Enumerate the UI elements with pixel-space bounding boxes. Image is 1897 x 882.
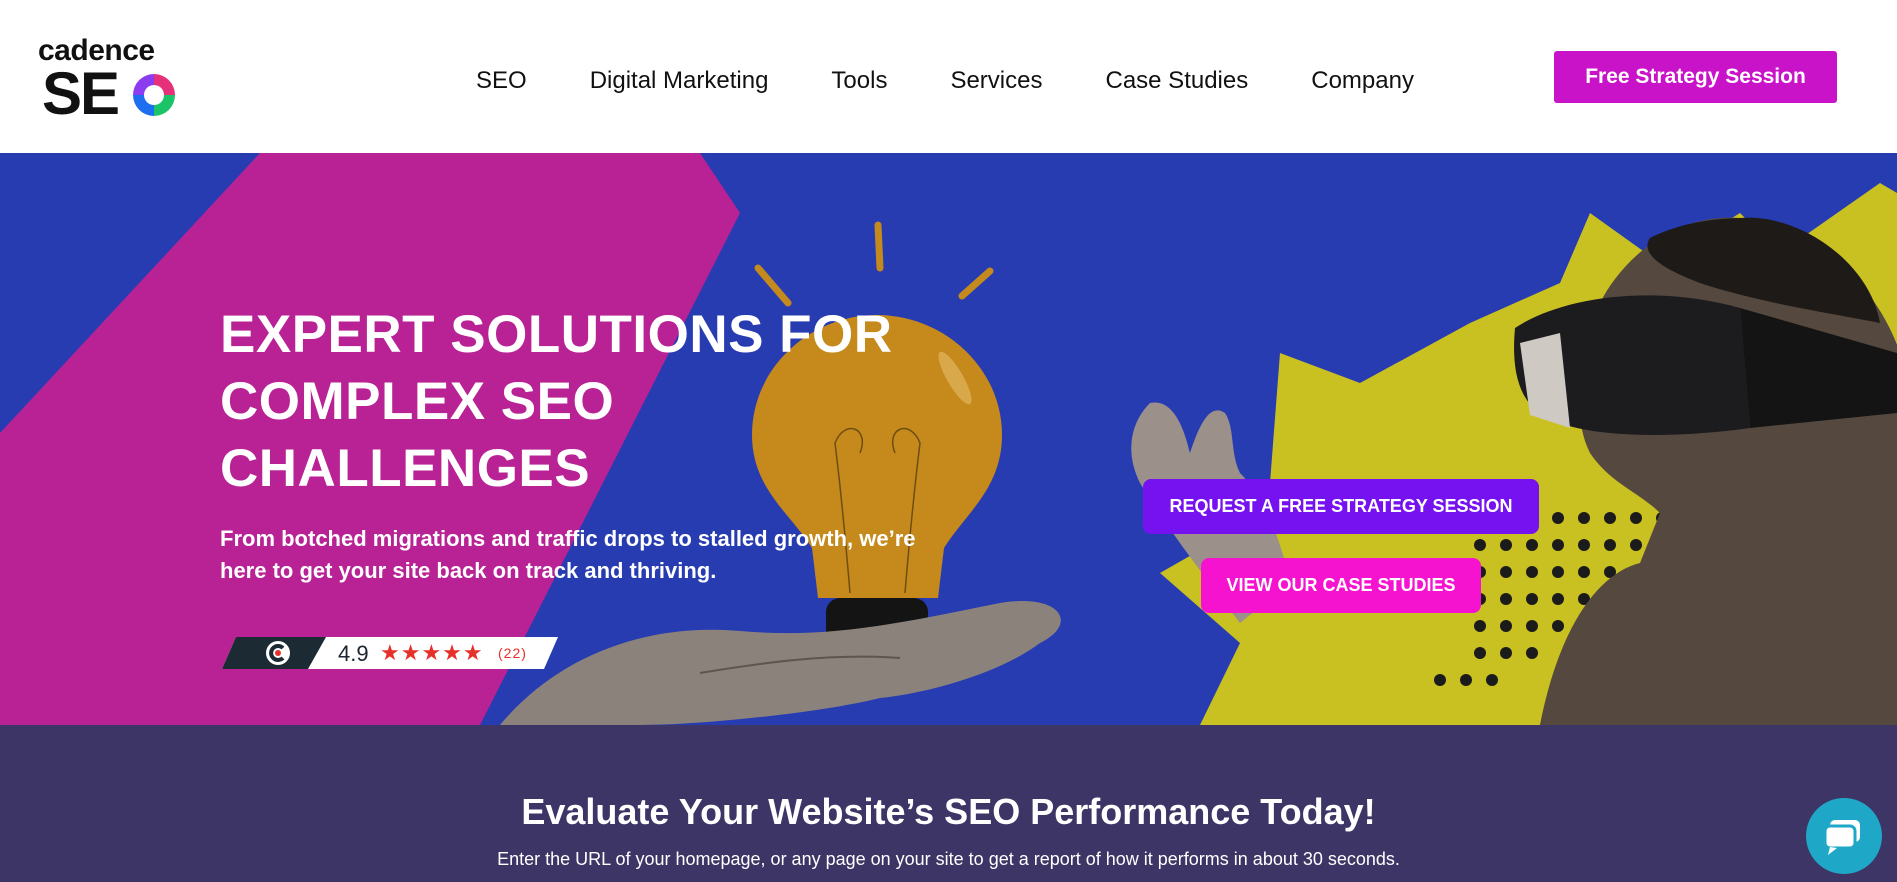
nav-item-services[interactable]: Services xyxy=(950,66,1042,96)
rating-stars-icon: ★★★★★ xyxy=(380,640,484,665)
rating-score: 4.9 xyxy=(338,641,369,666)
nav-item-company[interactable]: Company xyxy=(1311,66,1414,96)
hero-title: EXPERT SOLUTIONS FOR COMPLEX SEO CHALLEN… xyxy=(220,301,1000,502)
cadence-seo-logo[interactable]: cadence SE xyxy=(38,34,178,127)
nav-item-digital-marketing[interactable]: Digital Marketing xyxy=(590,66,769,96)
request-strategy-session-button[interactable]: REQUEST A FREE STRATEGY SESSION xyxy=(1143,479,1539,534)
evaluate-title: Evaluate Your Website’s SEO Performance … xyxy=(521,791,1376,832)
evaluate-subtitle: Enter the URL of your homepage, or any p… xyxy=(497,849,1400,869)
free-strategy-session-button[interactable]: Free Strategy Session xyxy=(1554,51,1837,103)
hero-section: EXPERT SOLUTIONS FOR COMPLEX SEO CHALLEN… xyxy=(0,153,1897,725)
logo-color-ring-icon xyxy=(133,74,175,116)
main-nav: SEO Digital Marketing Tools Services Cas… xyxy=(476,66,1477,96)
hero-title-line: CHALLENGES xyxy=(220,439,591,498)
hero-subtitle: From botched migrations and traffic drop… xyxy=(220,526,916,583)
hero-title-line: EXPERT SOLUTIONS FOR xyxy=(220,305,893,364)
chat-bubble-icon xyxy=(1823,820,1860,855)
hero-title-line: COMPLEX SEO xyxy=(220,372,615,431)
chat-button[interactable] xyxy=(1806,798,1882,874)
rating-badge[interactable]: 4.9 ★★★★★ (22) xyxy=(222,637,558,669)
c-badge-icon xyxy=(266,641,290,665)
view-case-studies-button[interactable]: VIEW OUR CASE STUDIES xyxy=(1201,558,1481,613)
nav-item-case-studies[interactable]: Case Studies xyxy=(1105,66,1248,96)
logo-text-bottom: SE xyxy=(42,60,120,127)
nav-item-seo[interactable]: SEO xyxy=(476,66,527,96)
rating-count: (22) xyxy=(498,645,527,661)
evaluate-section: Evaluate Your Website’s SEO Performance … xyxy=(0,725,1897,882)
nav-item-tools[interactable]: Tools xyxy=(831,66,887,96)
site-header: cadence SE SEO Digital Marketing Tools S… xyxy=(0,0,1897,153)
